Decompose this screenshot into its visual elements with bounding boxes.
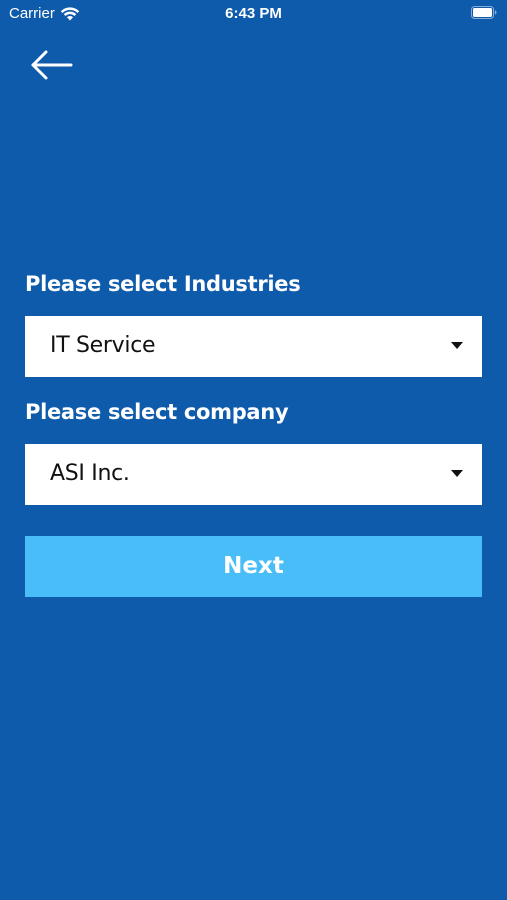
caret-down-icon bbox=[451, 342, 463, 349]
industries-select[interactable]: IT Service bbox=[25, 316, 482, 377]
back-button[interactable] bbox=[28, 46, 76, 84]
status-time: 6:43 PM bbox=[225, 5, 282, 22]
company-label: Please select company bbox=[25, 400, 289, 424]
next-button[interactable]: Next bbox=[25, 536, 482, 597]
company-selected-value: ASI Inc. bbox=[50, 461, 130, 486]
industries-label: Please select Industries bbox=[25, 272, 301, 296]
status-bar: Carrier 6:43 PM bbox=[0, 0, 507, 28]
battery-icon bbox=[471, 6, 497, 19]
arrow-left-icon bbox=[31, 50, 73, 80]
company-select[interactable]: ASI Inc. bbox=[25, 444, 482, 505]
caret-down-icon bbox=[451, 470, 463, 477]
industries-selected-value: IT Service bbox=[50, 333, 156, 358]
